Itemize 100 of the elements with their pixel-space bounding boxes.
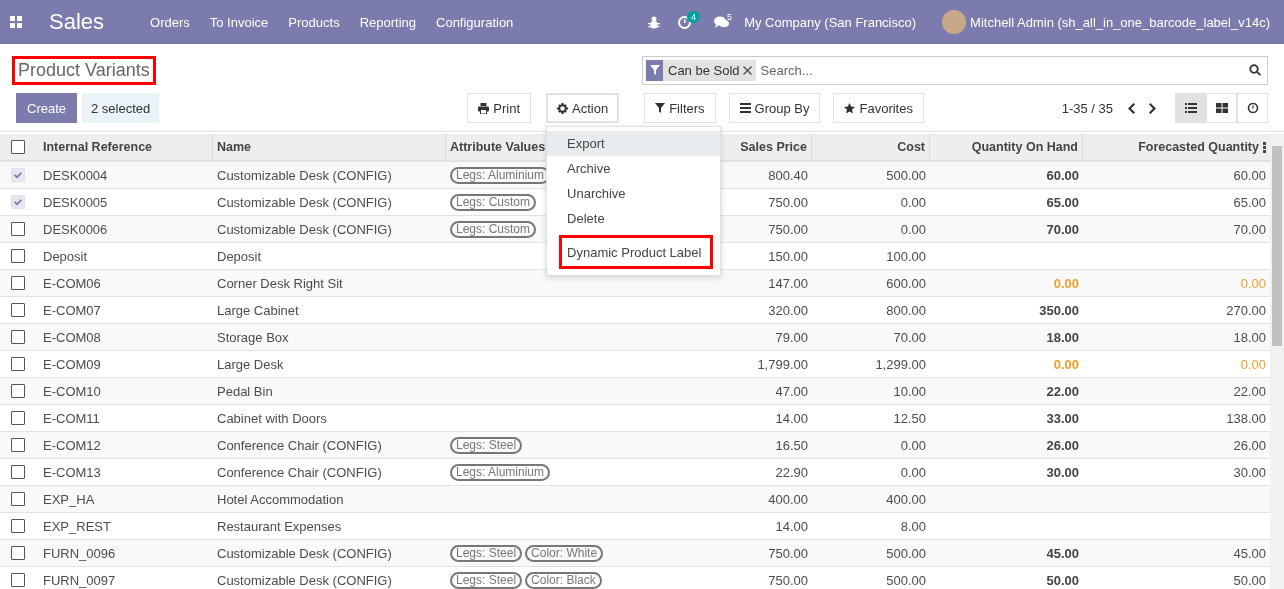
next-icon[interactable]	[1149, 102, 1157, 114]
group-by-button[interactable]: Group By	[728, 93, 821, 123]
create-button[interactable]: Create	[16, 93, 78, 123]
row-checkbox[interactable]	[10, 519, 25, 533]
column-header[interactable]: Cost	[897, 140, 925, 154]
table-cell-text: E-COM09	[42, 356, 102, 372]
column-header[interactable]: Internal Reference	[43, 140, 153, 154]
select-all-checkbox[interactable]	[10, 140, 25, 154]
dropdown-item[interactable]: Unarchive	[547, 181, 721, 206]
table-cell-text: 30.00	[1046, 464, 1080, 480]
row-checkbox[interactable]	[10, 465, 25, 479]
view-switch-button[interactable]	[1175, 93, 1206, 123]
column-header[interactable]: Forecasted Quantity	[1138, 140, 1259, 154]
list-icon	[739, 103, 751, 113]
gear-icon	[557, 102, 569, 114]
table-cell-text: Customizable Desk (CONFIG)	[216, 221, 393, 237]
table-cell-text: 12.50	[893, 410, 927, 426]
view-switch-button[interactable]	[1237, 93, 1268, 123]
table-cell-text: 150.00	[768, 248, 809, 264]
row-checkbox[interactable]	[10, 330, 25, 344]
row-checkbox[interactable]	[10, 249, 25, 263]
kanban-view-icon	[1215, 103, 1228, 113]
action-button[interactable]: Action	[546, 93, 620, 123]
pager-value[interactable]: 1-35 / 35	[1061, 100, 1113, 116]
row-checkbox[interactable]	[10, 357, 25, 371]
table-cell-text: 22.90	[775, 464, 809, 480]
table-cell-text: 70.00	[1046, 221, 1080, 237]
menu-item[interactable]: Reporting	[349, 14, 426, 30]
app-name[interactable]: Sales	[49, 9, 105, 35]
row-checkbox[interactable]	[10, 573, 25, 587]
search-icon[interactable]	[1249, 64, 1261, 76]
column-header[interactable]: Quantity On Hand	[971, 140, 1078, 154]
table-cell-text: 47.00	[775, 383, 809, 399]
table-cell-text: 0.00	[900, 221, 927, 237]
table-cell-text: 14.00	[775, 410, 809, 426]
bug-icon[interactable]	[648, 15, 661, 29]
scrollbar[interactable]	[1270, 134, 1284, 589]
view-switch-button[interactable]	[1206, 93, 1237, 123]
table-cell-text: 270.00	[1226, 302, 1267, 318]
column-header[interactable]: Attribute Values	[450, 140, 546, 154]
table-cell-text: Pedal Bin	[216, 383, 274, 399]
table-cell-text: FURN_0096	[42, 545, 117, 561]
dropdown-item[interactable]: Delete	[547, 206, 721, 231]
table-cell-text: Storage Box	[216, 329, 290, 345]
chat-icon[interactable]	[714, 16, 730, 28]
dropdown-item[interactable]: Export	[547, 131, 721, 156]
row-checkbox[interactable]	[10, 492, 25, 506]
clock-icon[interactable]	[678, 15, 692, 29]
row-checkbox[interactable]	[10, 222, 25, 236]
table-cell-text: 22.00	[1233, 383, 1267, 399]
menu-item[interactable]: Orders	[140, 14, 200, 30]
table-cell-text: 33.00	[1046, 410, 1080, 426]
table-cell-text: 138.00	[1226, 410, 1267, 426]
menu-item[interactable]: Products	[278, 14, 350, 30]
table-cell-text: Cabinet with Doors	[216, 410, 328, 426]
table-cell-text: 50.00	[1233, 572, 1267, 588]
apps-menu-icon[interactable]	[10, 16, 22, 28]
table-cell-text: Conference Chair (CONFIG)	[216, 437, 383, 453]
table-cell-text: 18.00	[1233, 329, 1267, 345]
row-checkbox[interactable]	[10, 546, 25, 560]
table-cell-text: 45.00	[1046, 545, 1080, 561]
table-cell-text: Deposit	[42, 248, 89, 264]
table-cell-text: 800.00	[886, 302, 927, 318]
menu-item[interactable]: To Invoice	[199, 14, 279, 30]
row-checkbox[interactable]	[10, 411, 25, 425]
table-cell-text: 350.00	[1039, 302, 1080, 318]
attribute-tag: Legs: Custom	[450, 220, 537, 238]
menu-item[interactable]: Configuration	[426, 14, 524, 30]
filters-button[interactable]: Filters	[644, 93, 716, 123]
table-cell-text: E-COM07	[42, 302, 102, 318]
list-view-icon	[1184, 103, 1197, 113]
printer-icon	[478, 102, 490, 114]
previous-icon[interactable]	[1127, 102, 1135, 114]
row-checkbox[interactable]	[10, 276, 25, 290]
column-header[interactable]: Sales Price	[740, 140, 807, 154]
favorites-button[interactable]: Favorites	[833, 93, 924, 123]
row-checkbox[interactable]	[10, 303, 25, 317]
table-cell-text: 70.00	[893, 329, 927, 345]
column-header[interactable]: Name	[217, 140, 252, 154]
company-switcher[interactable]: My Company (San Francisco)	[744, 14, 917, 30]
close-icon[interactable]	[742, 65, 752, 75]
row-checkbox[interactable]	[10, 384, 25, 398]
checkmark-icon	[13, 198, 22, 206]
table-cell-text: 45.00	[1233, 545, 1267, 561]
table-cell-text: 750.00	[768, 545, 809, 561]
table-cell-text: E-COM08	[42, 329, 102, 345]
table-cell-text: 400.00	[768, 491, 809, 507]
page-title: Product Variants	[12, 55, 156, 85]
search-field[interactable]: Can be Sold Search...	[642, 55, 1268, 85]
print-button[interactable]: Print	[467, 93, 532, 123]
filter-facet[interactable]: Can be Sold	[646, 59, 756, 81]
row-checkbox[interactable]	[10, 438, 25, 452]
table-cell-text: 60.00	[1233, 167, 1267, 183]
user-menu[interactable]: Mitchell Admin (sh_all_in_one_barcode_label_v14c)	[970, 14, 1270, 30]
table-cell-text: Customizable Desk (CONFIG)	[216, 194, 393, 210]
table-cell-text: 1,299.00	[875, 356, 927, 372]
attribute-tag: Color: Black	[525, 571, 602, 589]
column-options-icon[interactable]	[1263, 141, 1266, 153]
scrollbar-thumb[interactable]	[1272, 146, 1282, 346]
dropdown-item[interactable]: Dynamic Product Label	[561, 237, 712, 267]
